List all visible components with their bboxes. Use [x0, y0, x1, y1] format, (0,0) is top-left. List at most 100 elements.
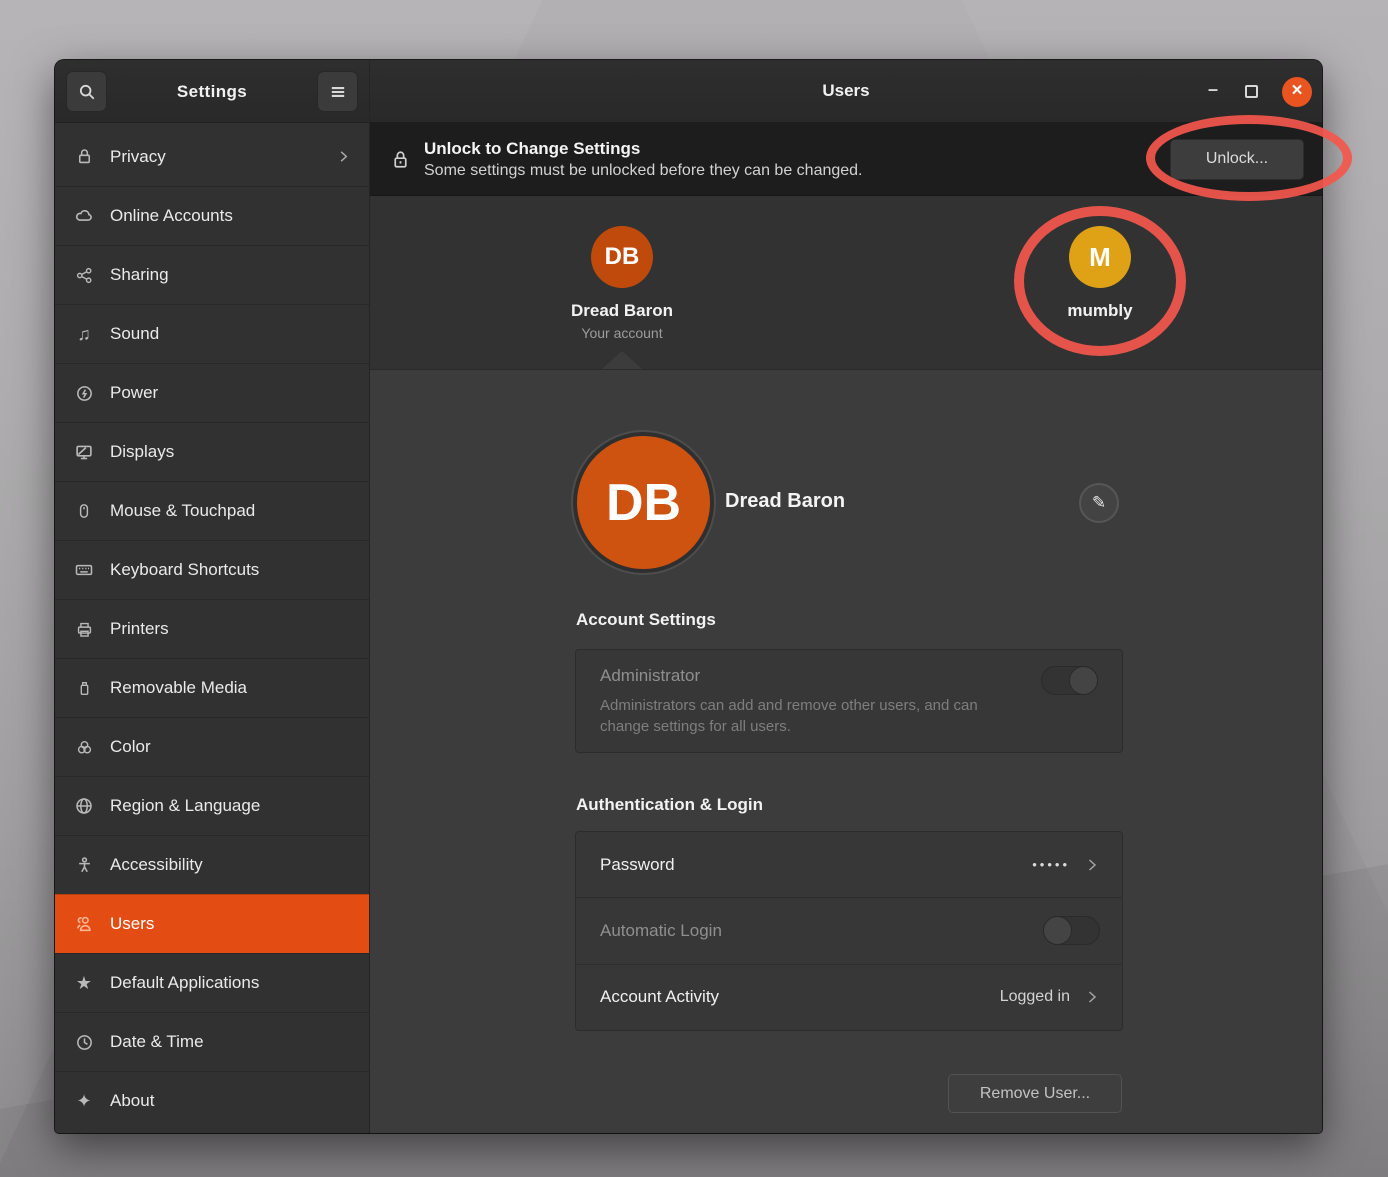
sidebar-item-label: Sound — [110, 324, 159, 344]
password-label: Password — [600, 855, 675, 875]
annotation-circle-unlock — [1146, 115, 1352, 201]
accessibility-icon — [72, 853, 96, 877]
sidebar: Settings — [55, 60, 370, 1133]
sidebar-item-label: Accessibility — [110, 855, 203, 875]
sidebar-item-label: Users — [110, 914, 154, 934]
profile-name: Dread Baron — [725, 490, 845, 513]
automatic-login-toggle[interactable] — [1043, 916, 1100, 945]
sidebar-item-default-applications[interactable]: ★ Default Applications — [55, 953, 369, 1012]
mouse-icon — [72, 499, 96, 523]
power-icon — [72, 381, 96, 405]
sidebar-item-color[interactable]: Color — [55, 717, 369, 776]
sidebar-item-label: Power — [110, 383, 158, 403]
password-row[interactable]: Password ••••• — [576, 832, 1122, 897]
user-card-dread-baron[interactable]: DB Dread Baron Your account — [537, 226, 707, 341]
color-icon — [72, 735, 96, 759]
administrator-toggle[interactable] — [1041, 666, 1098, 695]
sidebar-item-users[interactable]: Users — [55, 894, 369, 953]
password-value: ••••• — [1032, 857, 1070, 872]
hamburger-menu-button[interactable] — [317, 71, 358, 112]
printer-icon — [72, 617, 96, 641]
sidebar-item-label: Color — [110, 737, 151, 757]
sidebar-item-label: Online Accounts — [110, 206, 233, 226]
sidebar-item-label: Default Applications — [110, 973, 259, 993]
maximize-button[interactable] — [1245, 85, 1258, 98]
globe-icon — [72, 794, 96, 818]
sidebar-item-label: Keyboard Shortcuts — [110, 560, 259, 580]
sidebar-item-label: Mouse & Touchpad — [110, 501, 255, 521]
user-name: Dread Baron — [571, 301, 673, 321]
pencil-icon: ✎ — [1092, 493, 1106, 513]
account-activity-value: Logged in — [1000, 988, 1070, 1006]
sidebar-item-accessibility[interactable]: Accessibility — [55, 835, 369, 894]
sidebar-item-power[interactable]: Power — [55, 363, 369, 422]
toggle-knob — [1069, 666, 1098, 695]
unlock-subtitle: Some settings must be unlocked before th… — [424, 162, 863, 180]
chevron-right-icon — [1084, 857, 1100, 873]
sidebar-item-sharing[interactable]: Sharing — [55, 245, 369, 304]
unlock-title: Unlock to Change Settings — [424, 139, 863, 159]
account-settings-heading: Account Settings — [576, 610, 716, 630]
sidebar-item-region-language[interactable]: Region & Language — [55, 776, 369, 835]
hamburger-icon — [329, 83, 347, 101]
sidebar-item-label: Sharing — [110, 265, 169, 285]
clock-icon — [72, 1030, 96, 1054]
displays-icon — [72, 440, 96, 464]
user-detail-content: DB Dread Baron ✎ Account Settings Admini… — [370, 370, 1322, 1133]
cloud-icon — [72, 204, 96, 228]
avatar-dread-baron: DB — [591, 226, 653, 288]
sidebar-item-printers[interactable]: Printers — [55, 599, 369, 658]
sidebar-item-privacy[interactable]: Privacy — [55, 127, 369, 186]
sound-icon: ♫ — [72, 322, 96, 346]
account-activity-row[interactable]: Account Activity Logged in — [576, 964, 1122, 1030]
chevron-right-icon — [336, 149, 351, 164]
administrator-description: Administrators can add and remove other … — [600, 695, 1030, 737]
account-activity-label: Account Activity — [600, 987, 719, 1007]
remove-user-button[interactable]: Remove User... — [948, 1074, 1122, 1113]
sidebar-item-mouse-touchpad[interactable]: Mouse & Touchpad — [55, 481, 369, 540]
edit-name-button[interactable]: ✎ — [1079, 483, 1119, 523]
sidebar-item-label: Printers — [110, 619, 169, 639]
lock-icon — [390, 149, 411, 170]
account-settings-panel: Administrator Administrators can add and… — [575, 649, 1123, 753]
keyboard-icon — [72, 558, 96, 582]
automatic-login-label: Automatic Login — [600, 921, 722, 941]
main-titlebar: Users – × — [370, 60, 1322, 123]
sparkle-icon: ✦ — [72, 1089, 96, 1113]
unlock-text: Unlock to Change Settings Some settings … — [424, 139, 863, 180]
authentication-panel: Password ••••• Automatic Login — [575, 831, 1123, 1031]
sidebar-item-keyboard-shortcuts[interactable]: Keyboard Shortcuts — [55, 540, 369, 599]
removable-media-icon — [72, 676, 96, 700]
share-icon — [72, 263, 96, 287]
window-controls: – × — [1205, 60, 1312, 123]
sidebar-item-online-accounts[interactable]: Online Accounts — [55, 186, 369, 245]
page-title: Users — [822, 81, 869, 101]
sidebar-headerbar: Settings — [55, 60, 369, 123]
user-subtitle: Your account — [581, 325, 662, 341]
administrator-label: Administrator — [600, 666, 1098, 686]
toggle-knob — [1043, 916, 1072, 945]
minimize-button[interactable]: – — [1205, 84, 1221, 100]
sidebar-list: Privacy Online Accounts — [55, 123, 369, 1133]
sidebar-item-label: Removable Media — [110, 678, 247, 698]
profile-avatar[interactable]: DB — [577, 436, 710, 569]
sidebar-item-date-time[interactable]: Date & Time — [55, 1012, 369, 1071]
sidebar-item-label: Privacy — [110, 147, 166, 167]
sidebar-item-label: Region & Language — [110, 796, 260, 816]
sidebar-item-label: About — [110, 1091, 154, 1111]
sidebar-item-about[interactable]: ✦ About — [55, 1071, 369, 1130]
sidebar-item-sound[interactable]: ♫ Sound — [55, 304, 369, 363]
close-button[interactable]: × — [1282, 77, 1312, 107]
sidebar-item-label: Displays — [110, 442, 174, 462]
sidebar-item-removable-media[interactable]: Removable Media — [55, 658, 369, 717]
users-icon — [72, 912, 96, 936]
selected-user-caret — [602, 351, 642, 369]
annotation-circle-mumbly — [1014, 206, 1186, 356]
lock-icon — [72, 145, 96, 169]
chevron-right-icon — [1084, 989, 1100, 1005]
search-button[interactable] — [66, 71, 107, 112]
automatic-login-row: Automatic Login — [576, 897, 1122, 963]
main-panel: Users – × Unlock to Change Settings Some… — [370, 60, 1322, 1133]
sidebar-item-label: Date & Time — [110, 1032, 204, 1052]
sidebar-item-displays[interactable]: Displays — [55, 422, 369, 481]
